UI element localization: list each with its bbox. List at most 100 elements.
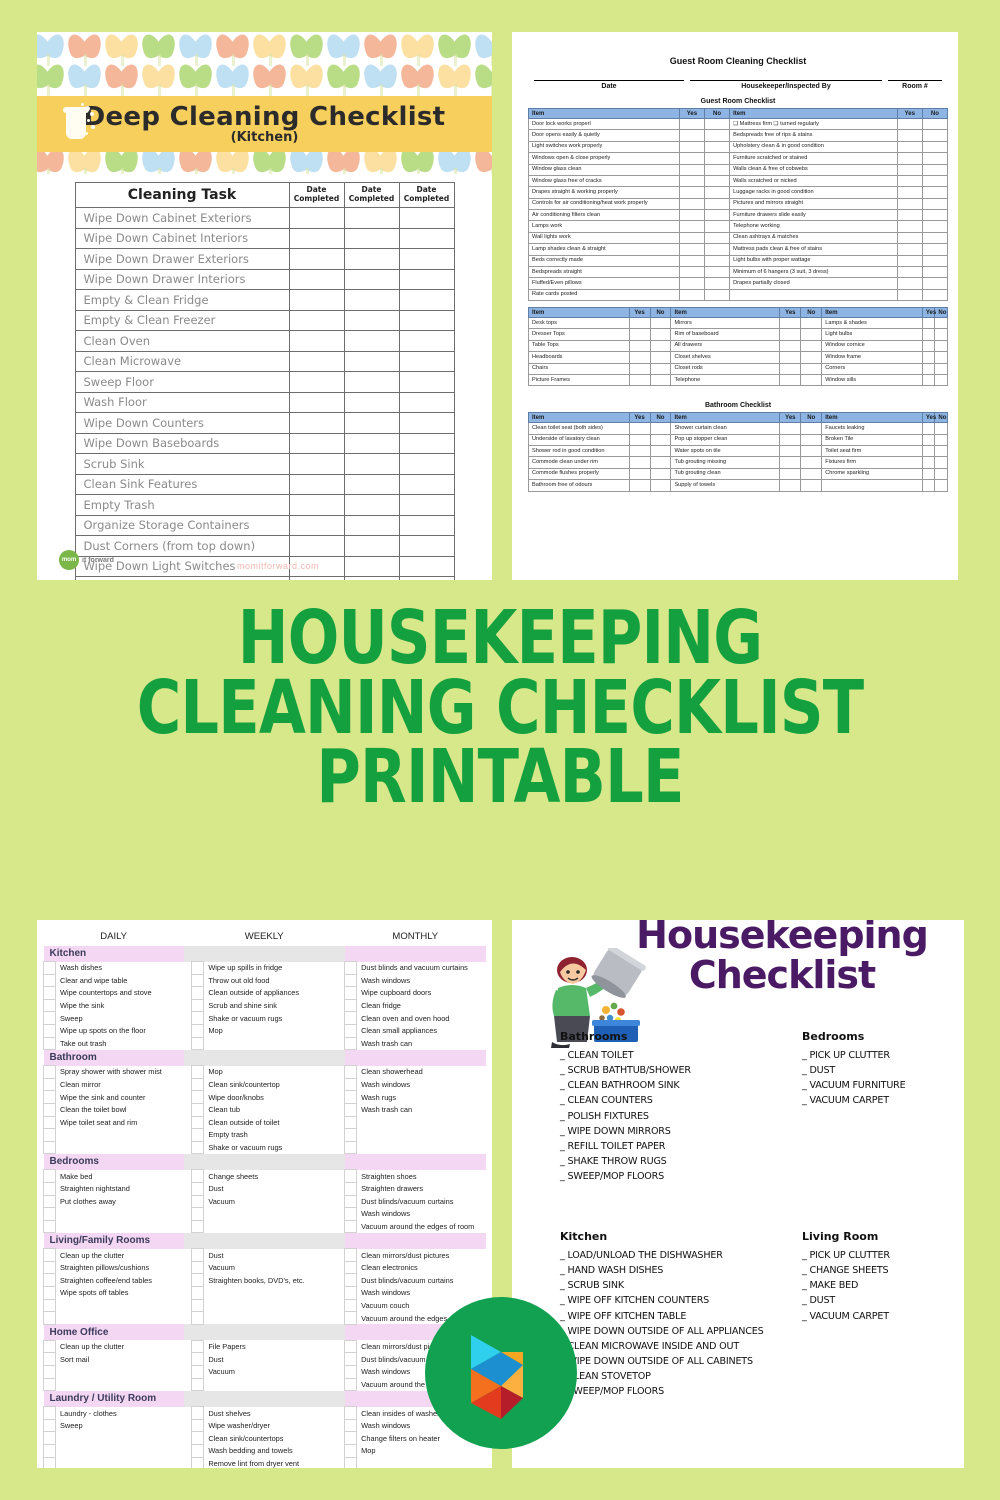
yes-no-cell[interactable] <box>703 197 731 211</box>
checkbox-cell[interactable] <box>191 1090 205 1104</box>
checkbox-cell[interactable] <box>191 1431 205 1445</box>
checklist-item[interactable]: SCRUB BATHTUB/SHOWER <box>560 1063 691 1078</box>
checkbox-cell[interactable] <box>344 1311 358 1325</box>
checkbox-cell[interactable] <box>344 1365 358 1379</box>
yes-no-cell[interactable] <box>649 373 672 387</box>
yes-no-cell[interactable] <box>921 467 936 481</box>
yes-no-cell[interactable] <box>896 231 923 245</box>
checkbox-cell[interactable] <box>43 1011 56 1025</box>
yes-no-cell[interactable] <box>678 277 705 290</box>
checkbox-cell[interactable] <box>43 1077 56 1092</box>
checkbox-cell[interactable] <box>344 1444 358 1458</box>
checkbox-cell[interactable] <box>43 1115 56 1130</box>
checklist-item[interactable]: WIPE DOWN MIRRORS <box>560 1124 691 1139</box>
date-completed-cell[interactable] <box>343 227 400 249</box>
yes-no-cell[interactable] <box>896 140 923 154</box>
checkbox-cell[interactable] <box>344 1298 358 1313</box>
yes-no-cell[interactable] <box>921 277 949 290</box>
yes-no-cell[interactable] <box>703 254 731 267</box>
yes-no-cell[interactable] <box>779 339 802 353</box>
checklist-item[interactable]: VACUUM FURNITURE <box>802 1078 905 1093</box>
checkbox-cell[interactable] <box>43 1169 56 1183</box>
yes-no-cell[interactable] <box>896 277 923 290</box>
checklist-item[interactable]: PICK UP CLUTTER <box>802 1048 906 1063</box>
yes-no-cell[interactable] <box>934 422 948 435</box>
yes-no-cell[interactable] <box>934 433 948 447</box>
checkbox-cell[interactable] <box>43 1298 56 1313</box>
date-completed-cell[interactable] <box>398 248 455 270</box>
date-completed-cell[interactable] <box>288 268 345 290</box>
date-completed-cell[interactable] <box>398 330 455 352</box>
checklist-item[interactable]: WIPE OFF KITCHEN TABLE <box>560 1309 764 1324</box>
checklist-item[interactable]: CHANGE SHEETS <box>802 1263 890 1278</box>
checkbox-cell[interactable] <box>344 1115 358 1130</box>
yes-no-cell[interactable] <box>703 129 731 142</box>
yes-no-cell[interactable] <box>921 479 936 492</box>
checklist-item[interactable]: CLEAN TOILET <box>560 1048 691 1063</box>
checkbox-cell[interactable] <box>191 1023 205 1038</box>
yes-no-cell[interactable] <box>779 316 802 330</box>
yes-no-cell[interactable] <box>649 479 672 492</box>
date-completed-cell[interactable] <box>288 350 345 372</box>
checkbox-cell[interactable] <box>191 1286 205 1300</box>
checklist-item[interactable]: CLEAN STOVETOP <box>560 1369 764 1384</box>
yes-no-cell[interactable] <box>703 220 731 233</box>
date-completed-cell[interactable] <box>343 494 400 516</box>
yes-no-cell[interactable] <box>678 197 705 211</box>
checkbox-cell[interactable] <box>344 1011 358 1025</box>
room-number-field-label[interactable]: Room # <box>888 80 942 90</box>
checkbox-cell[interactable] <box>344 961 358 975</box>
date-completed-cell[interactable] <box>343 453 400 475</box>
date-completed-cell[interactable] <box>398 494 455 516</box>
checkbox-cell[interactable] <box>344 1207 358 1221</box>
yes-no-cell[interactable] <box>703 265 731 279</box>
yes-no-cell[interactable] <box>678 117 705 131</box>
yes-no-cell[interactable] <box>628 456 651 469</box>
checkbox-cell[interactable] <box>191 1128 205 1142</box>
checklist-item[interactable]: DUST <box>802 1063 906 1078</box>
checkbox-cell[interactable] <box>191 1352 205 1367</box>
yes-no-cell[interactable] <box>800 351 823 364</box>
yes-no-cell[interactable] <box>649 316 672 330</box>
yes-no-cell[interactable] <box>779 373 802 387</box>
yes-no-cell[interactable] <box>934 316 948 330</box>
checkbox-cell[interactable] <box>43 1248 56 1262</box>
checkbox-cell[interactable] <box>191 1273 205 1288</box>
yes-no-cell[interactable] <box>934 373 948 387</box>
date-completed-cell[interactable] <box>398 371 455 393</box>
checkbox-cell[interactable] <box>191 1260 205 1275</box>
date-completed-cell[interactable] <box>398 453 455 475</box>
yes-no-cell[interactable] <box>628 328 651 341</box>
checkbox-cell[interactable] <box>191 1248 205 1262</box>
yes-no-cell[interactable] <box>703 140 731 154</box>
date-field-label[interactable]: Date <box>534 80 684 90</box>
date-completed-cell[interactable] <box>288 289 345 311</box>
yes-no-cell[interactable] <box>703 231 731 245</box>
yes-no-cell[interactable] <box>896 174 923 188</box>
checkbox-cell[interactable] <box>43 998 56 1013</box>
checkbox-cell[interactable] <box>344 973 358 988</box>
checklist-item[interactable]: PICK UP CLUTTER <box>802 1248 890 1263</box>
checklist-item[interactable]: WIPE OFF KITCHEN COUNTERS <box>560 1293 764 1308</box>
checkbox-cell[interactable] <box>191 1102 205 1117</box>
date-completed-cell[interactable] <box>398 227 455 249</box>
yes-no-cell[interactable] <box>779 467 802 481</box>
date-completed-cell[interactable] <box>398 576 455 580</box>
checklist-item[interactable]: VACUUM CARPET <box>802 1093 906 1108</box>
yes-no-cell[interactable] <box>703 117 731 131</box>
yes-no-cell[interactable] <box>678 129 705 142</box>
checklist-item[interactable]: LOAD/UNLOAD THE DISHWASHER <box>560 1248 764 1263</box>
yes-no-cell[interactable] <box>628 433 651 447</box>
date-completed-cell[interactable] <box>288 248 345 270</box>
checkbox-cell[interactable] <box>43 1219 56 1234</box>
checkbox-cell[interactable] <box>344 1248 358 1262</box>
date-completed-cell[interactable] <box>288 227 345 249</box>
date-completed-cell[interactable] <box>288 432 345 454</box>
date-completed-cell[interactable] <box>343 432 400 454</box>
checkbox-cell[interactable] <box>344 986 358 1000</box>
yes-no-cell[interactable] <box>779 444 802 458</box>
date-completed-cell[interactable] <box>398 309 455 331</box>
checklist-item[interactable]: SWEEP/MOP FLOORS <box>560 1169 691 1184</box>
yes-no-cell[interactable] <box>779 422 802 435</box>
checkbox-cell[interactable] <box>191 1115 205 1130</box>
